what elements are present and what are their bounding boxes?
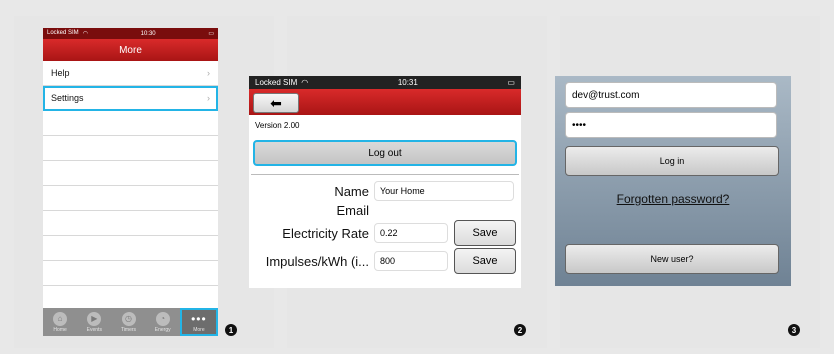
screen-more: Locked SIM ◠ 10:30 ▭ More Help › Settings…: [14, 16, 274, 348]
save-rate-button[interactable]: Save: [454, 220, 516, 246]
list-item-empty: [43, 211, 218, 236]
impulses-label: Impulses/kWh (i...: [265, 253, 369, 269]
play-icon: ▶: [87, 311, 102, 326]
carrier-label: Locked SIM: [255, 78, 298, 87]
electricity-rate-label: Electricity Rate: [282, 225, 369, 241]
page-title: More: [43, 39, 218, 61]
email-label: Email: [336, 203, 369, 218]
tab-label: More: [193, 326, 205, 333]
list-item-label: Settings: [51, 93, 84, 103]
email-field[interactable]: dev@trust.com: [565, 82, 777, 108]
wifi-icon: ◠: [301, 78, 309, 87]
tab-label: Energy: [154, 326, 171, 333]
list-item-help[interactable]: Help ›: [43, 61, 218, 86]
list-item-empty: [43, 136, 218, 161]
battery-icon: ▭: [507, 78, 515, 87]
alarm-clock-icon: ◷: [121, 311, 136, 326]
step-marker-3: 3: [788, 324, 800, 336]
new-user-button[interactable]: New user?: [565, 244, 779, 274]
status-bar: Locked SIM ◠ 10:30 ▭: [43, 28, 218, 39]
impulses-field[interactable]: 800: [374, 251, 448, 271]
battery-icon: ▭: [208, 31, 214, 37]
carrier-label: Locked SIM: [47, 30, 79, 36]
list-item-empty: [43, 236, 218, 261]
more-dots-icon: •••: [191, 311, 207, 326]
tab-label: Home: [53, 326, 67, 333]
divider: [251, 174, 519, 175]
tab-energy[interactable]: ◔ Energy: [146, 308, 180, 336]
gauge-icon: ◔: [155, 311, 170, 326]
time-label: 10:30: [140, 30, 156, 37]
list-item-empty: [43, 186, 218, 211]
chevron-right-icon: ›: [207, 93, 210, 103]
list-item-empty: [43, 261, 218, 286]
list-item-settings[interactable]: Settings ›: [43, 86, 218, 111]
more-phone: Locked SIM ◠ 10:30 ▭ More Help › Settings…: [43, 28, 218, 336]
tab-home[interactable]: ⌂ Home: [43, 308, 77, 336]
wifi-icon: ◠: [82, 31, 88, 37]
login-phone: dev@trust.com •••• Log in Forgotten pass…: [555, 76, 791, 286]
save-impulses-button[interactable]: Save: [454, 248, 516, 274]
tab-bar: ⌂ Home ▶ Events ◷ Timers ◔ Energy ••• More: [43, 308, 218, 336]
logout-button[interactable]: Log out: [253, 140, 517, 166]
tab-events[interactable]: ▶ Events: [77, 308, 111, 336]
time-label: 10:31: [397, 78, 418, 87]
back-button[interactable]: ⬅: [253, 93, 299, 113]
electricity-rate-field[interactable]: 0.22: [374, 223, 448, 243]
tab-label: Events: [86, 326, 102, 333]
tab-timers[interactable]: ◷ Timers: [111, 308, 145, 336]
screen-login: dev@trust.com •••• Log in Forgotten pass…: [555, 16, 820, 348]
forgot-password-link[interactable]: Forgotten password?: [555, 192, 791, 206]
list-item-empty: [43, 111, 218, 136]
list-item-empty: [43, 161, 218, 186]
step-marker-2: 2: [514, 324, 526, 336]
list-item-label: Help: [51, 68, 70, 78]
settings-phone: Locked SIM ◠ 10:31 ▭ ⬅ Version 2.00 Log o…: [249, 76, 521, 288]
arrow-left-icon: ⬅: [270, 94, 282, 111]
house-icon: ⌂: [53, 311, 68, 326]
version-label: Version 2.00: [255, 121, 300, 130]
tab-label: Timers: [120, 326, 137, 333]
status-bar: Locked SIM ◠ 10:31 ▭: [249, 76, 521, 89]
login-button[interactable]: Log in: [565, 146, 779, 176]
tab-more[interactable]: ••• More: [179, 308, 218, 336]
screen-settings: Locked SIM ◠ 10:31 ▭ ⬅ Version 2.00 Log o…: [249, 16, 547, 348]
password-field[interactable]: ••••: [565, 112, 777, 138]
step-marker-1: 1: [225, 324, 237, 336]
chevron-right-icon: ›: [207, 68, 210, 78]
nav-bar: ⬅: [249, 89, 521, 115]
name-field[interactable]: Your Home: [374, 181, 514, 201]
name-label: Name: [334, 183, 369, 199]
